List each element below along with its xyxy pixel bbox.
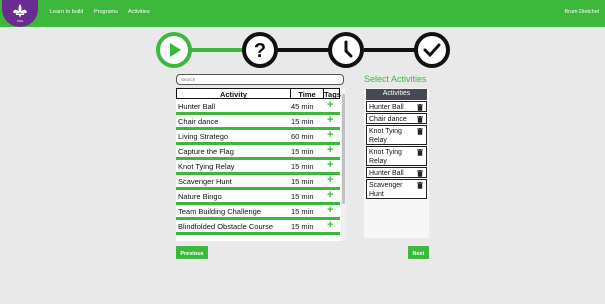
navbar: ПЭН Learn to build Programs Activities B… (0, 0, 605, 27)
play-icon (170, 43, 181, 57)
question-icon: ? (254, 40, 266, 62)
user-menu[interactable]: Brum Dietchel (564, 9, 599, 15)
trash-icon[interactable] (417, 104, 423, 111)
progress-connector-3 (364, 48, 416, 52)
activity-time: 15 min (291, 192, 314, 201)
activity-time: 15 min (291, 147, 314, 156)
trash-icon[interactable] (417, 170, 423, 177)
activity-name: Chair dance (178, 117, 219, 126)
table-row: Knot Tying Relay 15 min + (176, 159, 340, 175)
select-activities-title: Select Activities (364, 74, 427, 84)
selected-activity-name: Hunter Ball (369, 170, 404, 177)
svg-text:?: ? (254, 40, 266, 62)
step-schedule[interactable] (328, 32, 364, 68)
add-activity-button[interactable]: + (327, 99, 333, 111)
table-scrollbar[interactable] (341, 88, 346, 241)
activity-name: Nature Bingo (178, 192, 222, 201)
add-activity-button[interactable]: + (327, 159, 333, 171)
selected-activity-item: Scavenger Hunt (366, 179, 427, 199)
selected-activity-name: Chair dance (369, 116, 407, 123)
nav-link-learn-to-build[interactable]: Learn to build (50, 9, 83, 15)
table-header: Activity Time Tags (176, 88, 341, 99)
scrollbar-thumb[interactable] (342, 94, 345, 204)
previous-button[interactable]: Previous (176, 246, 208, 259)
selected-activity-item: Knot Tying Relay (366, 146, 427, 166)
add-activity-button[interactable]: + (327, 189, 333, 201)
header-activity[interactable]: Activity (177, 90, 290, 99)
add-activity-button[interactable]: + (327, 144, 333, 156)
activity-name: Living Stratego (178, 132, 229, 141)
fleur-de-lis-icon (13, 4, 27, 18)
selected-activity-name: Knot Tying Relay (369, 149, 402, 165)
add-activity-button[interactable]: + (327, 129, 333, 141)
selected-activity-name: Hunter Ball (369, 104, 404, 111)
add-activity-button[interactable]: + (327, 219, 333, 231)
clock-icon (344, 40, 353, 58)
table-row: Capture the Flag 15 min + (176, 144, 340, 160)
step-questions[interactable]: ? (242, 32, 278, 68)
logo[interactable]: ПЭН (2, 0, 38, 27)
selected-activity-item: Chair dance (366, 113, 427, 124)
table-row: Hunter Ball 45 min + (176, 99, 340, 115)
activity-name: Hunter Ball (178, 102, 216, 111)
activity-time: 15 min (291, 162, 314, 171)
selected-activities-panel: Activities Hunter Ball Chair dance Knot Ty… (364, 88, 429, 238)
table-row: Scavenger Hunt 15 min + (176, 174, 340, 190)
step-select-activities[interactable] (156, 32, 192, 68)
activity-time: 60 min (291, 132, 314, 141)
selected-activity-item: Hunter Ball (366, 101, 427, 112)
search-input[interactable] (176, 74, 344, 85)
trash-icon[interactable] (417, 182, 423, 189)
next-button[interactable]: Next (408, 246, 429, 259)
selected-activities-header: Activities (366, 89, 427, 100)
add-activity-button[interactable]: + (327, 174, 333, 186)
trash-icon[interactable] (417, 149, 423, 156)
add-activity-button[interactable]: + (327, 114, 333, 126)
check-icon (423, 43, 441, 58)
activity-name: Knot Tying Relay (178, 162, 235, 171)
selected-activity-item: Knot Tying Relay (366, 125, 427, 145)
activity-name: Scavenger Hunt (178, 177, 232, 186)
header-tags[interactable]: Tags (324, 90, 341, 99)
table-row: Nature Bingo 15 min + (176, 189, 340, 205)
trash-icon[interactable] (417, 116, 423, 123)
table-row: Living Stratego 60 min + (176, 129, 340, 145)
nav-link-activities[interactable]: Activities (128, 9, 150, 15)
trash-icon[interactable] (417, 128, 423, 135)
selected-activity-name: Knot Tying Relay (369, 128, 402, 144)
selected-activity-item: Hunter Ball (366, 167, 427, 178)
logo-text: ПЭН (16, 19, 24, 23)
activity-time: 15 min (291, 177, 314, 186)
activity-name: Team Building Challenge (178, 207, 261, 216)
nav-link-programs[interactable]: Programs (94, 9, 118, 15)
activity-time: 15 min (291, 117, 314, 126)
table-row: Chair dance 15 min + (176, 114, 340, 130)
add-activity-button[interactable]: + (327, 204, 333, 216)
table-row: Team Building Challenge 15 min + (176, 204, 340, 220)
activity-name: Capture the Flag (178, 147, 234, 156)
activity-time: 45 min (291, 102, 314, 111)
activities-table: Activity Time Tags Hunter Ball 45 min + Cha… (176, 88, 346, 241)
progress-connector-1 (190, 48, 242, 52)
activity-name: Blindfolded Obstacle Course (178, 222, 274, 231)
activity-time: 15 min (291, 222, 314, 231)
activity-time: 15 min (291, 207, 314, 216)
header-time[interactable]: Time (291, 90, 323, 99)
selected-activity-name: Scavenger Hunt (369, 182, 403, 198)
progress-connector-2 (278, 48, 330, 52)
table-row: Blindfolded Obstacle Course 15 min + (176, 219, 340, 235)
step-confirm[interactable] (414, 32, 450, 68)
